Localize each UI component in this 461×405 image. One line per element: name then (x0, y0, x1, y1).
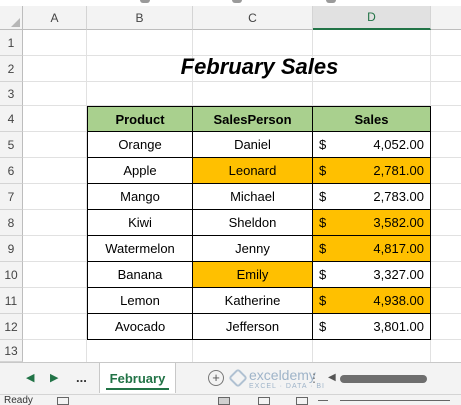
product-cell[interactable]: Orange (87, 132, 193, 158)
column-header-e-partial[interactable] (431, 6, 461, 30)
salesperson-cell[interactable]: Leonard (193, 158, 313, 184)
accessibility-icon[interactable] (57, 397, 69, 405)
exceldemy-logo-icon (228, 368, 248, 388)
row-header[interactable]: 8 (0, 210, 23, 236)
currency-symbol: $ (319, 137, 327, 152)
salesperson-cell[interactable]: Emily (193, 262, 313, 288)
scroll-left-icon[interactable]: ◀ (328, 372, 336, 383)
currency-symbol: $ (319, 215, 327, 230)
add-sheet-icon[interactable]: + (208, 370, 224, 386)
header-product[interactable]: Product (87, 106, 193, 132)
currency-symbol: $ (319, 293, 327, 308)
sales-amount: 3,327.00 (373, 267, 424, 282)
table-header-row: Product SalesPerson Sales (87, 106, 431, 132)
currency-symbol: $ (319, 189, 327, 204)
top-strip-marker (232, 0, 242, 3)
column-header-c[interactable]: C (193, 6, 313, 30)
exceldemy-watermark-logo: exceldemy EXCEL · DATA · BI (225, 367, 324, 393)
table-row: Orange Daniel $4,052.00 (87, 132, 431, 158)
page-break-preview-icon[interactable] (296, 397, 308, 405)
salesperson-cell[interactable]: Jenny (193, 236, 313, 262)
next-sheet-icon[interactable]: ▶ (50, 371, 58, 384)
normal-view-icon[interactable] (218, 397, 230, 405)
row-header[interactable]: 2 (0, 56, 23, 82)
watermark-name: exceldemy (249, 367, 316, 383)
product-cell[interactable]: Banana (87, 262, 193, 288)
sales-cell[interactable]: $4,817.00 (313, 236, 431, 262)
salesperson-cell[interactable]: Michael (193, 184, 313, 210)
row-header[interactable]: 1 (0, 30, 23, 56)
prev-sheet-icon[interactable]: ◀ (26, 371, 34, 384)
product-cell[interactable]: Lemon (87, 288, 193, 314)
currency-symbol: $ (319, 267, 327, 282)
sales-amount: 4,052.00 (373, 137, 424, 152)
sheet-tab-bar: ◀ ▶ ... February + exceldemy EXCEL · DAT… (0, 362, 461, 394)
sales-cell[interactable]: $2,781.00 (313, 158, 431, 184)
scrollbar-thumb[interactable] (340, 375, 427, 383)
salesperson-cell[interactable]: Jefferson (193, 314, 313, 340)
top-strip-marker (140, 0, 150, 3)
product-cell[interactable]: Avocado (87, 314, 193, 340)
row-header[interactable]: 5 (0, 132, 23, 158)
header-salesperson[interactable]: SalesPerson (193, 106, 313, 132)
sales-cell[interactable]: $4,938.00 (313, 288, 431, 314)
product-cell[interactable]: Kiwi (87, 210, 193, 236)
zoom-slider[interactable] (340, 400, 450, 401)
salesperson-cell[interactable]: Sheldon (193, 210, 313, 236)
horizontal-scrollbar[interactable] (340, 375, 455, 383)
sales-cell[interactable]: $3,327.00 (313, 262, 431, 288)
column-header-a[interactable]: A (23, 6, 87, 30)
table-row: Avocado Jefferson $3,801.00 (87, 314, 431, 340)
table-row: Watermelon Jenny $4,817.00 (87, 236, 431, 262)
row-header[interactable]: 9 (0, 236, 23, 262)
salesperson-cell[interactable]: Katherine (193, 288, 313, 314)
tab-splitter-handle[interactable]: ⋮ (308, 371, 320, 385)
row-header[interactable]: 4 (0, 106, 23, 132)
top-strip-marker (326, 0, 336, 3)
sales-amount: 2,781.00 (373, 163, 424, 178)
sales-cell[interactable]: $3,582.00 (313, 210, 431, 236)
status-bar: Ready (0, 394, 461, 405)
sales-amount: 4,938.00 (373, 293, 424, 308)
page-layout-icon[interactable] (258, 397, 270, 405)
select-all-corner[interactable] (0, 6, 23, 30)
table-row: Mango Michael $2,783.00 (87, 184, 431, 210)
product-cell[interactable]: Apple (87, 158, 193, 184)
more-sheets-button[interactable]: ... (76, 370, 87, 385)
row-header[interactable]: 10 (0, 262, 23, 288)
table-row: Banana Emily $3,327.00 (87, 262, 431, 288)
currency-symbol: $ (319, 241, 327, 256)
zoom-out-icon[interactable] (318, 400, 328, 401)
header-sales[interactable]: Sales (313, 106, 431, 132)
sales-amount: 3,582.00 (373, 215, 424, 230)
row-header[interactable]: 12 (0, 314, 23, 340)
sheet-tab-february[interactable]: February (99, 363, 176, 393)
row-header[interactable]: 13 (0, 340, 23, 362)
sheet-title[interactable]: February Sales (88, 52, 431, 82)
product-cell[interactable]: Watermelon (87, 236, 193, 262)
currency-symbol: $ (319, 163, 327, 178)
column-header-d[interactable]: D (313, 6, 431, 30)
sales-cell[interactable]: $3,801.00 (313, 314, 431, 340)
sales-amount: 2,783.00 (373, 189, 424, 204)
table-row: Apple Leonard $2,781.00 (87, 158, 431, 184)
currency-symbol: $ (319, 319, 327, 334)
sales-cell[interactable]: $2,783.00 (313, 184, 431, 210)
product-cell[interactable]: Mango (87, 184, 193, 210)
column-header-b[interactable]: B (87, 6, 193, 30)
table-row: Kiwi Sheldon $3,582.00 (87, 210, 431, 236)
row-header[interactable]: 6 (0, 158, 23, 184)
row-header[interactable]: 7 (0, 184, 23, 210)
table-row: Lemon Katherine $4,938.00 (87, 288, 431, 314)
sales-cell[interactable]: $4,052.00 (313, 132, 431, 158)
salesperson-cell[interactable]: Daniel (193, 132, 313, 158)
row-header[interactable]: 3 (0, 82, 23, 106)
sales-amount: 4,817.00 (373, 241, 424, 256)
row-header[interactable]: 11 (0, 288, 23, 314)
sales-amount: 3,801.00 (373, 319, 424, 334)
status-ready-text: Ready (4, 395, 33, 405)
